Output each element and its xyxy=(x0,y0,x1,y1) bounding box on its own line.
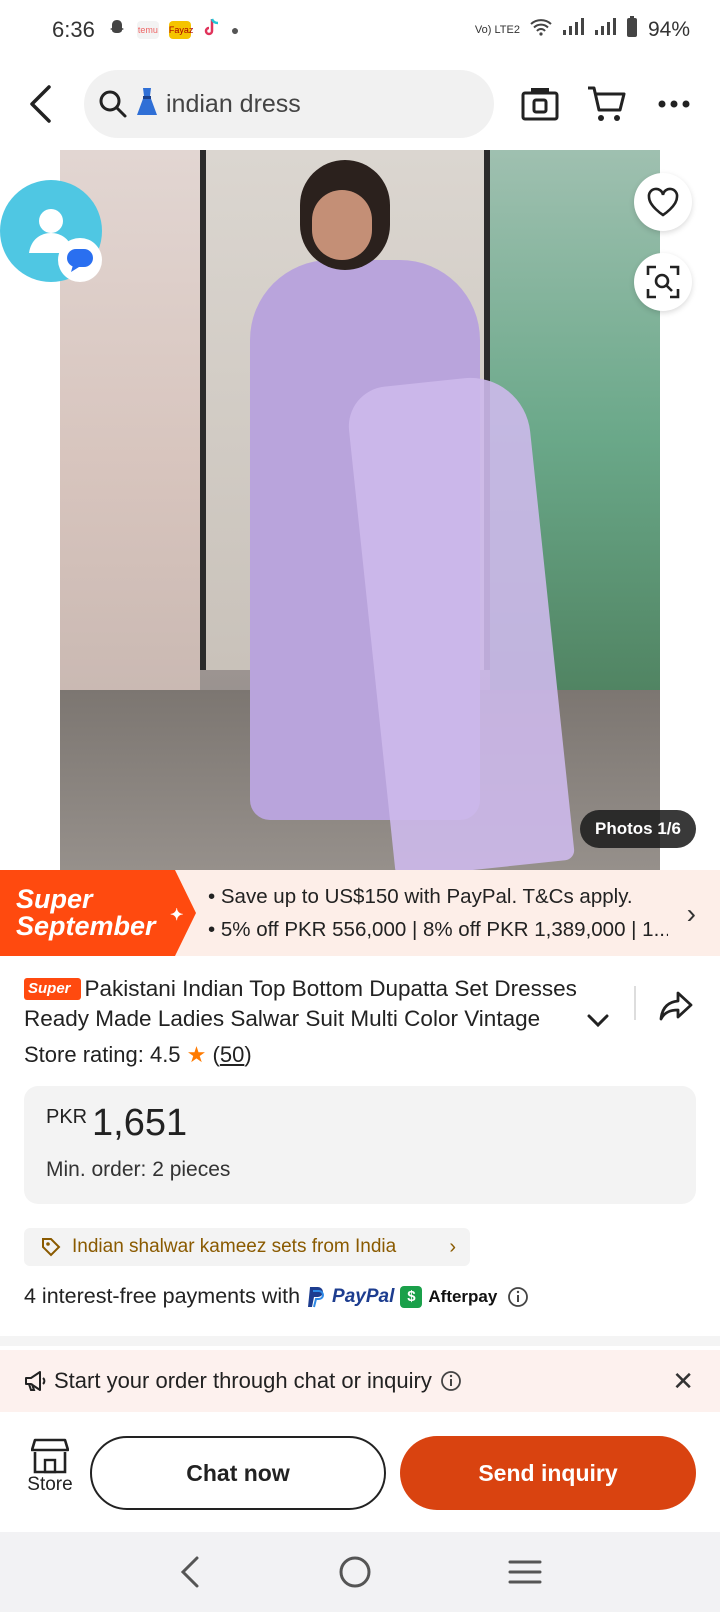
chat-now-button[interactable]: Chat now xyxy=(90,1436,386,1510)
visual-search-icon xyxy=(646,265,680,299)
share-button[interactable] xyxy=(658,988,694,1024)
promo-badge-line2: September xyxy=(16,911,156,941)
share-icon xyxy=(659,991,693,1021)
cart-icon xyxy=(588,86,626,121)
camera-search-icon xyxy=(521,88,559,121)
tiktok-icon xyxy=(201,17,221,44)
payment-options[interactable]: 4 interest-free payments with PayPal $ A… xyxy=(24,1284,529,1309)
bottom-action-bar: Store Chat now Send inquiry xyxy=(0,1418,720,1528)
product-image[interactable] xyxy=(60,150,660,870)
promo-badge-line1: Super xyxy=(16,884,93,914)
chevron-down-icon xyxy=(587,1014,609,1028)
heart-icon xyxy=(647,187,679,217)
more-button[interactable] xyxy=(652,82,696,126)
title-divider xyxy=(634,986,636,1020)
afterpay-icon: $ xyxy=(400,1285,423,1308)
promo-details: • Save up to US$150 with PayPal. T&Cs ap… xyxy=(208,880,668,946)
system-recents-icon[interactable] xyxy=(508,1559,542,1585)
megaphone-icon xyxy=(25,1371,46,1391)
price-card: PKR 1,651 Min. order: 2 pieces xyxy=(24,1086,696,1204)
notification-icons: temu Fayaz ● xyxy=(107,17,239,44)
cart-button[interactable] xyxy=(584,82,628,126)
battery-icon xyxy=(626,16,638,44)
camera-search-button[interactable] xyxy=(518,82,562,126)
chat-badge xyxy=(58,238,102,282)
super-september-badge: Super September ✦ xyxy=(0,870,196,956)
store-button[interactable]: Store xyxy=(20,1438,80,1518)
search-bar[interactable]: indian dress xyxy=(84,70,494,138)
price-amount: 1,651 xyxy=(92,1102,188,1144)
store-rating-label: Store rating: 4.5 xyxy=(24,1042,181,1067)
category-label: Indian shalwar kameez sets from India xyxy=(72,1236,397,1257)
store-icon xyxy=(31,1438,69,1474)
battery-percent: 94% xyxy=(647,18,690,41)
super-tag: Super xyxy=(24,978,81,1000)
favorite-button[interactable] xyxy=(634,173,692,231)
back-button[interactable] xyxy=(18,82,62,126)
top-navigation: indian dress xyxy=(0,70,720,138)
price-currency: PKR xyxy=(46,1106,88,1128)
more-icon xyxy=(658,100,690,108)
promo-banner[interactable]: Super September ✦ • Save up to US$150 wi… xyxy=(0,870,720,956)
status-time: 6:36 xyxy=(52,17,95,42)
snapchat-icon xyxy=(107,18,127,43)
chat-bubble-icon xyxy=(67,249,93,272)
send-inquiry-button[interactable]: Send inquiry xyxy=(400,1436,696,1510)
info-icon[interactable] xyxy=(440,1370,462,1392)
chevron-right-icon: › xyxy=(686,898,696,929)
min-order: Min. order: 2 pieces xyxy=(46,1158,231,1181)
contact-supplier-button[interactable] xyxy=(0,180,102,282)
network-label: Vo) LTE2 xyxy=(474,24,520,36)
chat-notice-bar: Start your order through chat or inquiry… xyxy=(0,1350,720,1412)
system-navigation-bar xyxy=(0,1532,720,1612)
dress-emoji-icon xyxy=(136,87,158,122)
visual-search-button[interactable] xyxy=(634,253,692,311)
promo-line-2: • 5% off PKR 556,000 | 8% off PKR 1,389,… xyxy=(208,918,668,941)
promo-line-1: • Save up to US$150 with PayPal. T&Cs ap… xyxy=(208,885,633,908)
search-icon xyxy=(99,90,127,118)
star-icon: ★ xyxy=(186,1042,207,1067)
chevron-right-icon: › xyxy=(449,1235,456,1258)
image-model-face xyxy=(312,190,372,260)
wifi-icon xyxy=(530,18,552,42)
chat-notice-text: Start your order through chat or inquiry xyxy=(54,1368,432,1393)
back-arrow-icon xyxy=(30,85,51,123)
product-title: Super Pakistani Indian Top Bottom Dupatta… xyxy=(24,974,624,1034)
rating-count[interactable]: 50 xyxy=(220,1042,244,1067)
sparkle-icon: ✦ xyxy=(170,907,184,924)
store-rating: Store rating: 4.5 ★ (50) xyxy=(24,1042,252,1068)
signal-icon xyxy=(562,18,584,42)
rating-count-wrapper[interactable]: (50) xyxy=(213,1042,252,1067)
system-back-icon[interactable] xyxy=(178,1555,202,1589)
info-icon[interactable] xyxy=(507,1286,529,1308)
afterpay-label: Afterpay xyxy=(428,1286,498,1306)
expand-title-button[interactable] xyxy=(584,1006,612,1034)
fayaz-app-icon: Fayaz xyxy=(168,21,193,39)
section-separator xyxy=(0,1336,720,1346)
signal-icon-2 xyxy=(594,18,616,42)
photos-counter[interactable]: Photos 1/6 xyxy=(580,810,696,848)
paypal-label: PayPal xyxy=(332,1285,395,1307)
store-label: Store xyxy=(27,1474,73,1495)
system-home-icon[interactable] xyxy=(338,1555,372,1589)
dot-icon: ● xyxy=(230,22,240,38)
status-bar: 6:36 temu Fayaz ● Vo) LTE2 94% xyxy=(0,0,720,60)
category-link[interactable]: Indian shalwar kameez sets from India › xyxy=(24,1228,470,1266)
system-status: Vo) LTE2 94% xyxy=(475,16,690,44)
search-query: indian dress xyxy=(166,89,301,118)
product-title-text: Pakistani Indian Top Bottom Dupatta Set … xyxy=(24,976,577,1031)
category-tag-icon xyxy=(42,1238,61,1257)
close-icon[interactable]: ✕ xyxy=(672,1366,694,1397)
paypal-icon xyxy=(308,1286,325,1307)
payment-text: 4 interest-free payments with xyxy=(24,1284,301,1308)
temu-app-icon: temu xyxy=(136,21,159,39)
